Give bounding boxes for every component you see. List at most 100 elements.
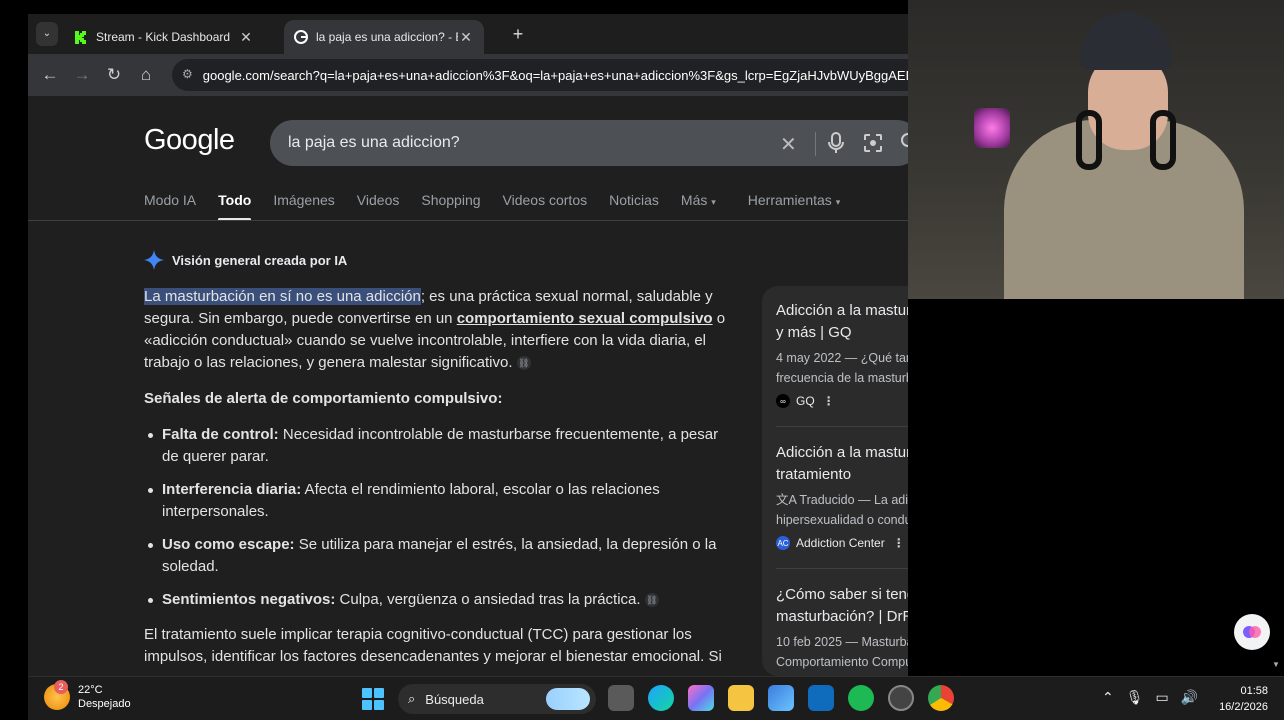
- warning-signs-list: Falta de control: Necesidad incontrolabl…: [148, 424, 734, 611]
- kick-icon: [74, 30, 88, 44]
- list-item: Uso como escape: Se utiliza para manejar…: [148, 534, 734, 578]
- site-name: GQ: [796, 394, 815, 408]
- tab-mas[interactable]: Más ▾: [681, 192, 716, 208]
- source-title[interactable]: ¿Cómo saber si tengo adicción a la mastu…: [776, 584, 908, 628]
- network-icon[interactable]: ▭: [1156, 689, 1169, 706]
- taskbar-search[interactable]: ⌕ Búsqueda: [398, 684, 596, 714]
- tab-videos[interactable]: Videos: [357, 192, 400, 208]
- url-text: google.com/search?q=la+paja+es+una+adicc…: [202, 67, 912, 83]
- tabs-divider: [28, 220, 908, 221]
- source-title[interactable]: Adicción a la masturbación: síntomas, ef…: [776, 300, 908, 344]
- section-title: Señales de alerta de comportamiento comp…: [144, 390, 503, 407]
- ai-lead-paragraph: La masturbación en sí no es una adicción…: [144, 286, 734, 374]
- tab-imagenes[interactable]: Imágenes: [273, 192, 334, 208]
- source-snippet: 文A Traducido — La adicción a la masturba…: [776, 490, 908, 530]
- taskbar-search-placeholder: Búsqueda: [425, 691, 484, 707]
- windows-start-icon[interactable]: [362, 688, 384, 710]
- microphone-icon[interactable]: [827, 132, 845, 154]
- list-item: Falta de control: Necesidad incontrolabl…: [148, 424, 734, 468]
- bullet-label: Falta de control:: [162, 426, 279, 443]
- tab-google-search[interactable]: la paja es una adiccion? - Busca ✕: [284, 20, 484, 54]
- ai-overview-body: La masturbación en sí no es una adicción…: [144, 286, 734, 668]
- list-item: Interferencia diaria: Afecta el rendimie…: [148, 479, 734, 523]
- lens-icon[interactable]: [863, 133, 883, 153]
- tab-noticias[interactable]: Noticias: [609, 192, 659, 208]
- tab-herramientas[interactable]: Herramientas ▾: [748, 192, 840, 208]
- more-options-icon[interactable]: ⋮: [893, 536, 905, 550]
- tab-kick-dashboard[interactable]: Stream - Kick Dashboard ✕: [64, 20, 264, 54]
- back-icon[interactable]: ←: [34, 65, 66, 85]
- tab-todo[interactable]: Todo: [218, 192, 252, 221]
- bullet-label: Sentimientos negativos:: [162, 591, 336, 608]
- forward-icon[interactable]: →: [66, 65, 98, 85]
- weather-desc: Despejado: [78, 698, 131, 710]
- tab-search-menu-button[interactable]: ⌄: [36, 22, 58, 46]
- chevron-up-icon[interactable]: ⌃: [1102, 689, 1114, 706]
- address-bar[interactable]: ⚙ google.com/search?q=la+paja+es+una+adi…: [172, 59, 912, 91]
- task-view-icon[interactable]: [608, 685, 634, 711]
- tab-modo-ia[interactable]: Modo IA: [144, 192, 196, 208]
- compulsive-behavior-link[interactable]: comportamiento sexual compulsivo: [457, 310, 713, 327]
- bullet-text: Culpa, vergüenza o ansiedad tras la prác…: [335, 591, 641, 608]
- source-card[interactable]: Adicción a la masturbación: síntomas, ef…: [776, 300, 908, 408]
- extension-icon[interactable]: [1234, 614, 1270, 650]
- search-query: la paja es una adiccion?: [288, 134, 460, 151]
- google-icon: [294, 30, 308, 44]
- weather-text: 22°C Despejado: [78, 683, 131, 711]
- source-site: AC Addiction Center ⋮: [776, 536, 908, 550]
- link-icon[interactable]: ⛓: [644, 593, 659, 608]
- gq-icon: ∞: [776, 394, 790, 408]
- chrome-icon[interactable]: [928, 685, 954, 711]
- source-card[interactable]: ¿Cómo saber si tengo adicción a la mastu…: [776, 584, 908, 672]
- weather-temp: 22°C: [78, 684, 103, 696]
- link-icon[interactable]: ⛓: [516, 356, 531, 371]
- highlighted-text: La masturbación en sí no es una adicción: [144, 288, 421, 305]
- microphone-icon[interactable]: 🎙: [1126, 689, 1144, 706]
- copilot-icon[interactable]: [688, 685, 714, 711]
- webcam-overlay: [908, 0, 1284, 299]
- tab-title: la paja es una adiccion? - Busca: [316, 30, 458, 44]
- close-tab-icon[interactable]: ✕: [458, 29, 474, 46]
- date: 16/2/2026: [1219, 701, 1268, 713]
- clock[interactable]: 01:58 16/2/2026: [1208, 683, 1268, 715]
- sparkle-icon: [144, 250, 164, 270]
- lamp-light: [974, 108, 1010, 148]
- search-input[interactable]: la paja es una adiccion? ✕: [270, 120, 908, 166]
- search-icon: ⌕: [408, 691, 416, 706]
- search-results-page: Google la paja es una adiccion? ✕ Modo I…: [28, 96, 908, 676]
- source-snippet: 10 feb 2025 — Masturbación y Adicción: ¿…: [776, 635, 908, 669]
- search-icon[interactable]: [900, 132, 908, 152]
- site-info-icon[interactable]: ⚙: [182, 67, 193, 83]
- headphones-left: [1076, 110, 1102, 170]
- divider: [776, 426, 908, 427]
- edge-icon[interactable]: [648, 685, 674, 711]
- reload-icon[interactable]: ↻: [98, 65, 130, 85]
- home-icon[interactable]: ⌂: [130, 65, 162, 85]
- sources-panel: Adicción a la masturbación: síntomas, ef…: [762, 286, 908, 676]
- new-tab-button[interactable]: +: [508, 24, 528, 45]
- clear-icon[interactable]: ✕: [780, 132, 797, 157]
- google-logo[interactable]: Google: [144, 124, 235, 157]
- divider: [815, 132, 816, 156]
- file-explorer-icon[interactable]: [728, 685, 754, 711]
- source-card[interactable]: Adicción a la masturbación: señales, rie…: [776, 442, 908, 550]
- volume-icon[interactable]: 🔊: [1181, 689, 1198, 706]
- obs-icon[interactable]: [888, 685, 914, 711]
- more-options-icon[interactable]: ⋮: [823, 394, 835, 408]
- source-title[interactable]: Adicción a la masturbación: señales, rie…: [776, 442, 908, 486]
- caret-down-icon: ▾: [835, 197, 841, 207]
- tab-shopping[interactable]: Shopping: [421, 192, 480, 208]
- scroll-down-icon[interactable]: ▼: [1272, 660, 1280, 669]
- spotify-icon[interactable]: [848, 685, 874, 711]
- ai-overview-title: Visión general creada por IA: [172, 252, 348, 268]
- store-icon[interactable]: [768, 685, 794, 711]
- close-tab-icon[interactable]: ✕: [238, 29, 254, 46]
- tab-videos-cortos[interactable]: Videos cortos: [503, 192, 588, 208]
- search-highlight-image: [546, 688, 590, 710]
- divider: [776, 568, 908, 569]
- outlook-icon[interactable]: [808, 685, 834, 711]
- notification-badge: 2: [54, 680, 68, 694]
- bullet-label: Interferencia diaria:: [162, 481, 302, 498]
- weather-widget[interactable]: 2 22°C Despejado: [44, 680, 131, 711]
- ai-overview-header: Visión general creada por IA: [144, 250, 347, 270]
